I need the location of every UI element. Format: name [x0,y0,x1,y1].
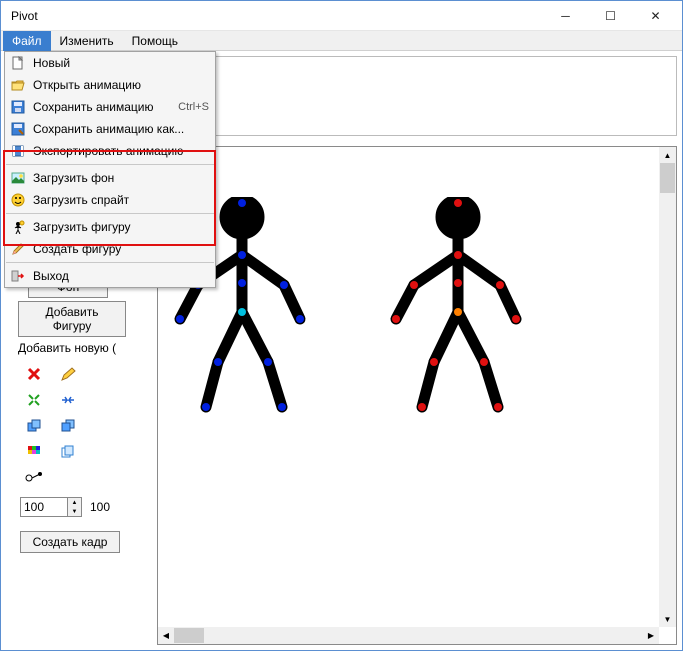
menu-item-export[interactable]: Экспортировать анимацию [5,140,215,162]
scrollbar-vertical[interactable]: ▲ ▼ [659,147,676,627]
canvas[interactable] [158,147,659,627]
close-button[interactable]: ✕ [633,1,678,30]
menu-item-new[interactable]: Новый [5,52,215,74]
tool-empty [90,363,114,385]
menu-item-label: Открыть анимацию [33,78,209,92]
add-new-label: Добавить новую ( [18,341,136,355]
create-frame-button[interactable]: Создать кадр [20,531,120,553]
tool-grid [20,361,134,491]
menu-item-save[interactable]: Сохранить анимацию Ctrl+S [5,96,215,118]
file-menu-dropdown: Новый Открыть анимацию Сохранить анимаци… [4,51,216,288]
scrollbar-horizontal[interactable]: ◀ ▶ [158,627,659,644]
disk-edit-icon [9,121,27,137]
tool-empty [90,415,114,437]
canvas-frame: ▲ ▼ ◀ ▶ [157,146,677,645]
scroll-left-icon[interactable]: ◀ [158,627,174,644]
add-figure-button[interactable]: Добавить Фигуру [18,301,126,337]
window-title: Pivot [11,9,543,23]
maximize-button[interactable]: ☐ [588,1,633,30]
scroll-thumb[interactable] [660,163,675,193]
menu-item-label: Загрузить фон [33,171,209,185]
menu-separator [6,164,214,165]
stick-figure-red[interactable] [384,197,524,417]
menu-separator [6,262,214,263]
scale-row: ▲▼ 100 [20,497,134,517]
person-icon [9,219,27,235]
menu-item-label: Выход [33,269,209,283]
menu-file[interactable]: Файл [3,31,51,51]
menu-edit[interactable]: Изменить [51,31,123,51]
film-export-icon [9,143,27,159]
tool-edit[interactable] [56,363,80,385]
scroll-thumb[interactable] [174,628,204,643]
menu-item-create-figure[interactable]: Создать фигуру [5,238,215,260]
menu-item-label: Создать фигуру [33,242,209,256]
scroll-right-icon[interactable]: ▶ [643,627,659,644]
menu-item-label: Сохранить анимацию [33,100,178,114]
tool-empty [90,389,114,411]
menu-item-label: Новый [33,56,209,70]
file-new-icon [9,55,27,71]
menu-item-load-sprite[interactable]: Загрузить спрайт [5,189,215,211]
tool-center[interactable] [22,389,46,411]
menu-help[interactable]: Помощь [123,31,187,51]
menu-item-label: Экспортировать анимацию [33,144,209,158]
menu-item-label: Загрузить спрайт [33,193,209,207]
pencil-icon [9,241,27,257]
scale-input[interactable] [20,497,68,517]
side-panel: Фон Добавить Фигуру Добавить новую ( ▲▼ … [18,276,136,553]
smiley-icon [9,192,27,208]
tool-duplicate[interactable] [56,441,80,463]
scale-label: 100 [90,500,110,514]
scale-spinner[interactable]: ▲▼ [68,497,82,517]
menu-separator [6,213,214,214]
tool-lower[interactable] [56,415,80,437]
exit-icon [9,268,27,284]
scroll-up-icon[interactable]: ▲ [659,147,676,163]
menubar: Файл Изменить Помощь [1,31,682,51]
disk-save-icon [9,99,27,115]
tool-color[interactable] [22,441,46,463]
menu-item-save-as[interactable]: Сохранить анимацию как... [5,118,215,140]
tool-flip-h[interactable] [56,389,80,411]
titlebar: Pivot ─ ☐ ✕ [1,1,682,31]
tool-empty [90,441,114,463]
tool-raise[interactable] [22,415,46,437]
minimize-button[interactable]: ─ [543,1,588,30]
tool-joint[interactable] [22,467,46,489]
landscape-icon [9,170,27,186]
menu-shortcut: Ctrl+S [178,101,209,113]
menu-item-load-bg[interactable]: Загрузить фон [5,167,215,189]
folder-open-icon [9,77,27,93]
menu-item-label: Сохранить анимацию как... [33,122,209,136]
menu-item-label: Загрузить фигуру [33,220,209,234]
menu-item-exit[interactable]: Выход [5,265,215,287]
tool-delete[interactable] [22,363,46,385]
menu-item-load-figure[interactable]: Загрузить фигуру [5,216,215,238]
menu-item-open[interactable]: Открыть анимацию [5,74,215,96]
scroll-down-icon[interactable]: ▼ [659,611,676,627]
